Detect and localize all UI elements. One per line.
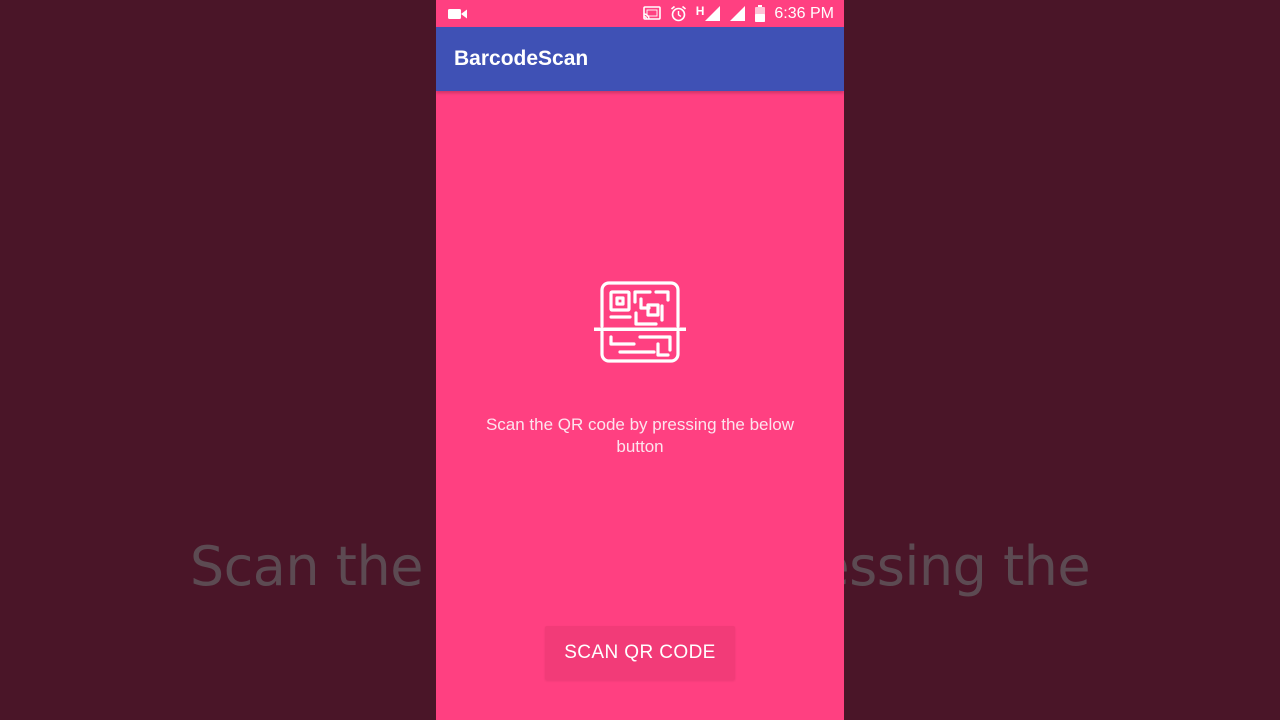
battery-icon [755,5,766,22]
qr-code-scan-icon [594,280,686,366]
scan-qr-code-button[interactable]: SCAN QR CODE [545,626,735,680]
status-time: 6:36 PM [774,4,834,22]
app-title: BarcodeScan [454,47,589,70]
signal-icon [705,6,721,21]
signal-icon [730,6,746,21]
video-camera-icon [448,8,468,20]
phone-screen: H 6:36 PM BarcodeScan Scan the QR code b… [436,0,844,720]
cast-icon [642,6,661,21]
network-type-icon: H [695,3,705,18]
instruction-text: Scan the QR code by pressing the below b… [485,415,795,456]
app-bar: BarcodeScan [436,27,844,91]
status-bar: H 6:36 PM [436,0,844,27]
alarm-icon [670,5,687,22]
